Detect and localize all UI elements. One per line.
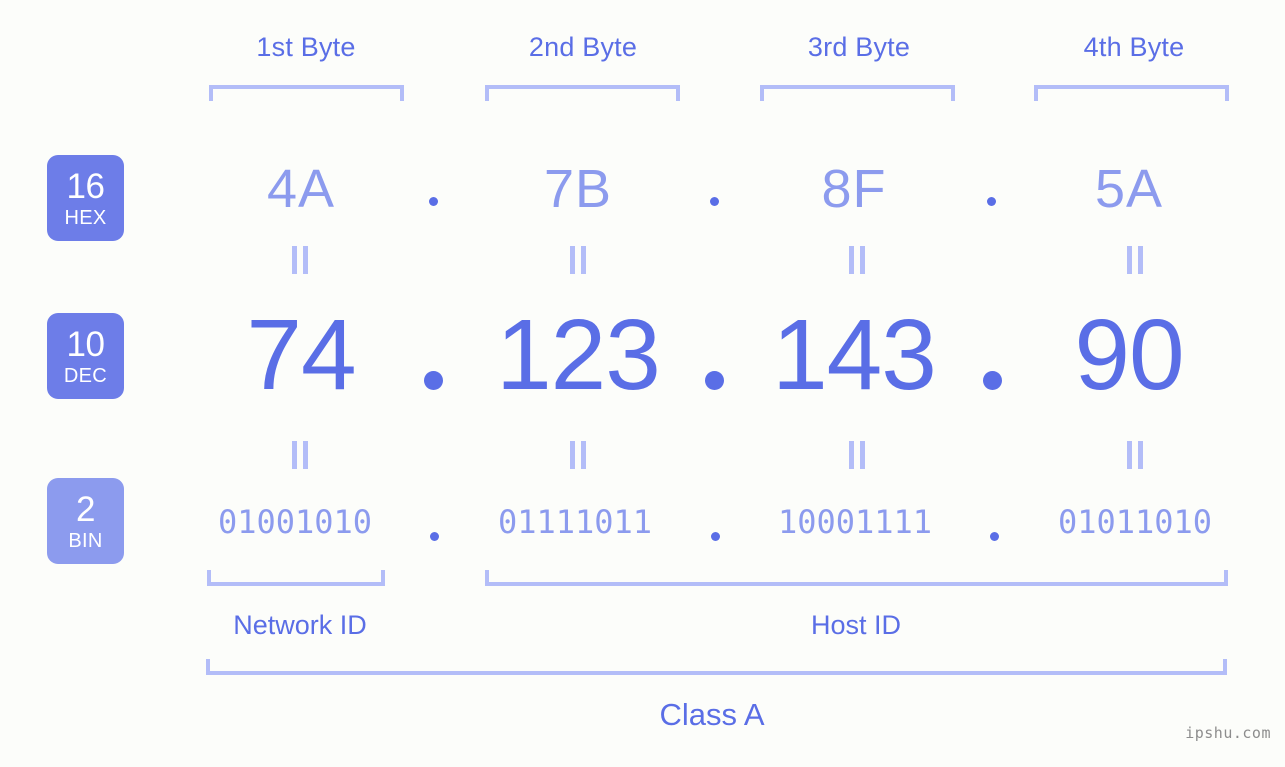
base-badge-bin: 2 BIN [47, 478, 124, 564]
dec-separator-1 [424, 371, 443, 390]
equals-icon-dec-bin-2 [567, 441, 589, 469]
byte-header-2: 2nd Byte [528, 32, 638, 62]
hex-separator-1 [429, 197, 438, 206]
equals-icon-hex-dec-4 [1124, 246, 1146, 274]
byte-bracket-4 [1034, 85, 1229, 101]
network-id-bracket [207, 570, 385, 586]
byte-bracket-1 [209, 85, 404, 101]
byte-header-1: 1st Byte [256, 32, 356, 62]
hex-byte-4: 5A [1094, 159, 1164, 219]
byte-header-4: 4th Byte [1083, 32, 1185, 62]
equals-icon-dec-bin-1 [289, 441, 311, 469]
byte-bracket-2 [485, 85, 680, 101]
equals-icon-hex-dec-3 [846, 246, 868, 274]
bin-byte-3: 10001111 [777, 503, 933, 541]
base-badge-dec-name: DEC [63, 364, 108, 387]
hex-byte-3: 8F [821, 159, 887, 219]
network-id-label: Network ID [233, 610, 367, 640]
hex-separator-2 [710, 197, 719, 206]
hex-byte-2: 7B [543, 159, 613, 219]
host-id-label: Host ID [810, 610, 902, 640]
hex-byte-1: 4A [266, 159, 336, 219]
ip-address-breakdown-diagram: 1st Byte 2nd Byte 3rd Byte 4th Byte 16 H… [0, 0, 1285, 767]
byte-header-3: 3rd Byte [807, 32, 911, 62]
base-badge-hex-name: HEX [64, 206, 107, 229]
equals-icon-dec-bin-3 [846, 441, 868, 469]
dec-byte-1: 74 [246, 299, 356, 411]
hex-separator-3 [987, 197, 996, 206]
host-id-bracket [485, 570, 1228, 586]
base-badge-hex: 16 HEX [47, 155, 124, 241]
equals-icon-hex-dec-1 [289, 246, 311, 274]
bin-byte-4: 01011010 [1057, 503, 1213, 541]
bin-byte-2: 01111011 [497, 503, 653, 541]
dec-byte-3: 143 [772, 299, 937, 411]
byte-bracket-3 [760, 85, 955, 101]
base-badge-dec-number: 10 [66, 324, 105, 364]
base-badge-hex-number: 16 [66, 166, 105, 206]
class-bracket [206, 659, 1227, 675]
base-badge-bin-number: 2 [76, 489, 95, 529]
bin-byte-1: 01001010 [217, 503, 373, 541]
dec-separator-3 [983, 371, 1002, 390]
dec-byte-2: 123 [496, 299, 661, 411]
base-badge-bin-name: BIN [68, 529, 103, 552]
bin-separator-1 [430, 532, 439, 541]
class-label: Class A [659, 697, 765, 732]
bin-separator-3 [990, 532, 999, 541]
base-badge-dec: 10 DEC [47, 313, 124, 399]
bin-separator-2 [711, 532, 720, 541]
watermark: ipshu.com [1185, 724, 1271, 742]
dec-byte-4: 90 [1074, 299, 1184, 411]
equals-icon-hex-dec-2 [567, 246, 589, 274]
dec-separator-2 [705, 371, 724, 390]
equals-icon-dec-bin-4 [1124, 441, 1146, 469]
